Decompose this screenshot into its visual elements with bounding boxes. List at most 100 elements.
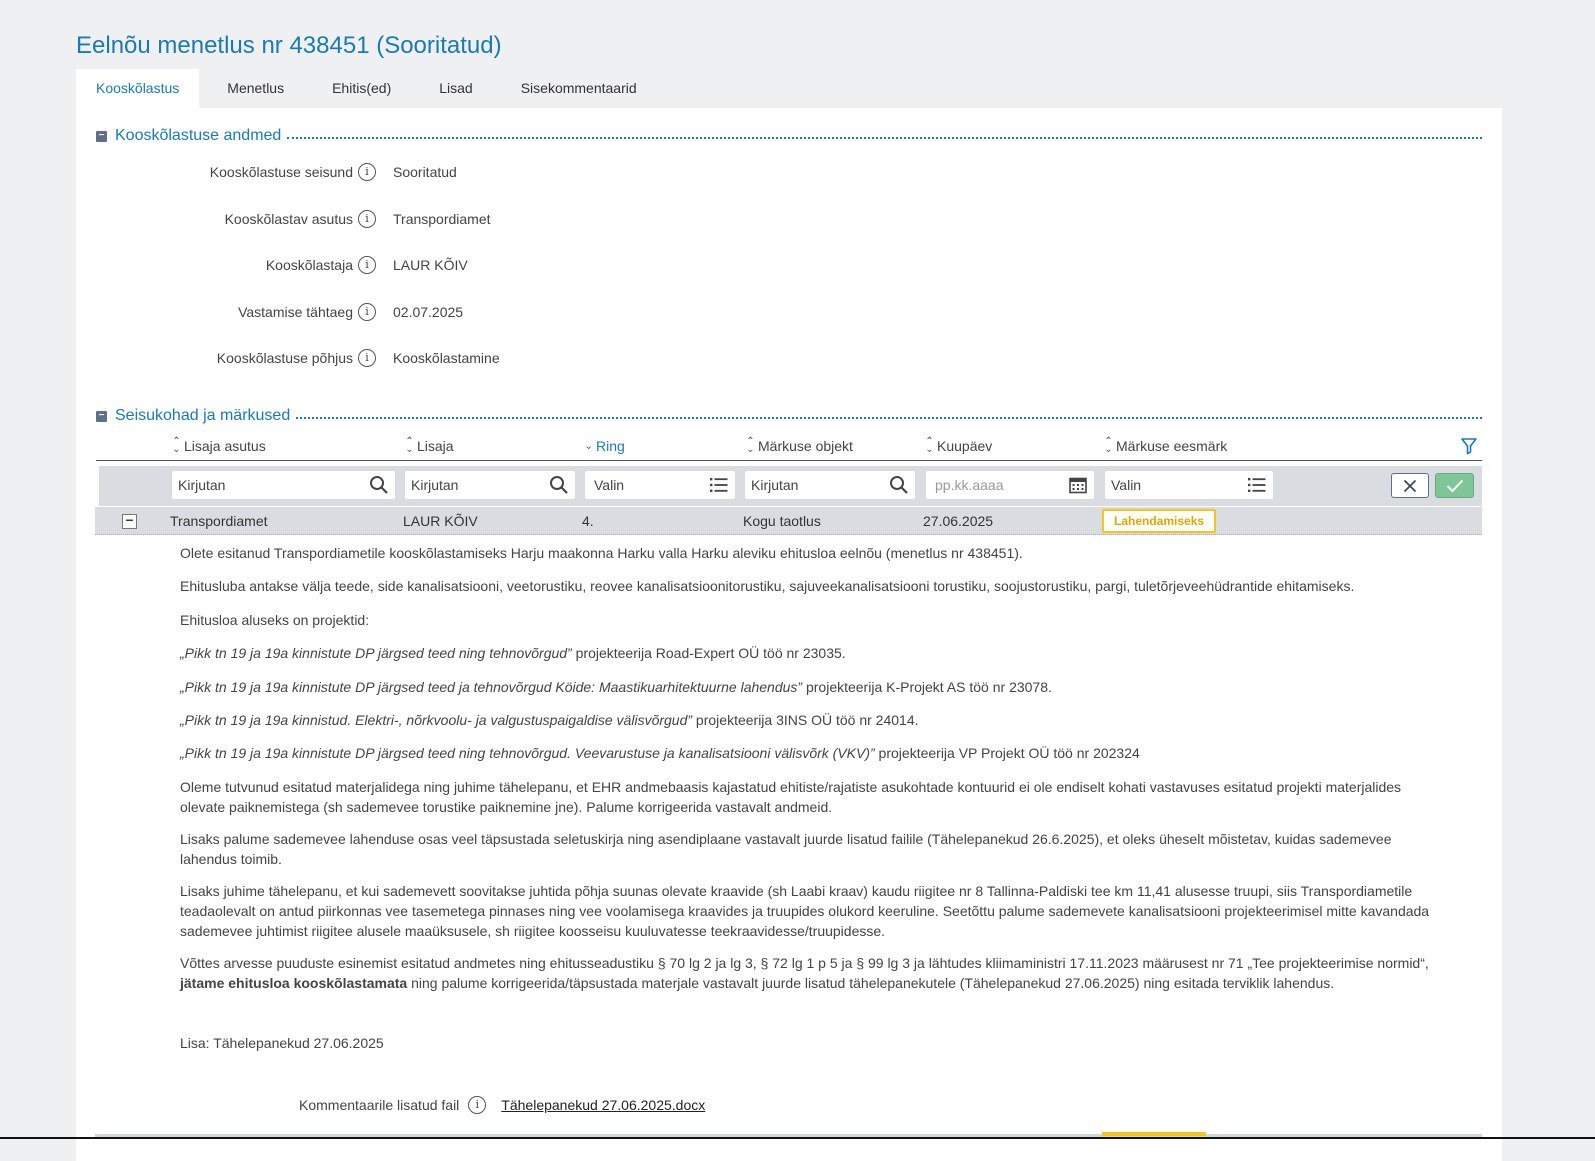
info-icon[interactable]: i [358,163,376,181]
filter-markuse-objekt [745,471,915,499]
content-panel: − Kooskõlastuse andmed Kooskõlastuse sei… [76,108,1502,1161]
sort-icon: ⌃ ⌄ [1104,436,1113,455]
close-icon [1403,479,1417,492]
comment-paragraph: Olete esitanud Transpordiametile kooskõl… [180,545,1023,561]
check-icon [1446,479,1463,492]
filter-lisaja-asutus [172,471,395,499]
field-kooskolastaja: Kooskõlastaja i LAUR KÕIV [76,253,776,277]
filter-kuupaev [926,471,1094,499]
tab-ehitised[interactable]: Ehitis(ed) [312,69,411,108]
tab-sisekommentaarid[interactable]: Sisekommentaarid [501,69,657,108]
filter-lisaja-input[interactable] [411,477,549,493]
info-icon[interactable]: i [358,303,376,321]
clear-filters-button[interactable] [1391,473,1429,498]
page-title: Eelnõu menetlus nr 438451 (Sooritatud) [76,32,502,59]
search-icon[interactable] [549,475,569,495]
tab-lisad[interactable]: Lisad [419,69,492,108]
tab-bar: Kooskõlastus Menetlus Ehitis(ed) Lisad S… [76,69,657,108]
status-badge: Lahendamiseks [1102,509,1217,533]
filter-icon[interactable] [1460,437,1478,455]
project-item: „Pikk tn 19 ja 19a kinnistute DP järgsed… [180,645,846,662]
field-value: 02.07.2025 [393,304,464,320]
field-kooskolastuse-seisund: Kooskõlastuse seisund i Sooritatud [76,160,776,184]
comment-paragraph: Oleme tutvunud esitatud materjalidega ni… [180,778,1402,815]
section-header-kooskolastuse-andmed: − Kooskõlastuse andmed [96,126,1482,146]
filter-ring-select[interactable] [594,477,709,493]
field-kooskolastav-asutus: Kooskõlastav asutus i Transpordiamet [76,207,776,231]
comment-paragraph: Ehitusloa aluseks on projektid: [180,611,370,628]
table-header: ⌃ ⌄ Lisaja asutus ⌃ ⌄ Lisaja ⌄ Ring ⌃ ⌄ Märkuse… [96,434,1482,461]
section-collapse-icon[interactable]: − [96,410,107,422]
list-icon[interactable] [1247,475,1267,495]
sort-icon: ⌃ ⌄ [925,436,934,455]
search-icon[interactable] [889,475,909,495]
cell-kuupaev: 27.06.2025 [923,513,994,529]
column-header-ring[interactable]: ⌄ Ring [584,438,625,454]
project-item: „Pikk tn 19 ja 19a kinnistud. Elektri-, … [180,711,919,728]
comment-body: Olete esitanud Transpordiametile kooskõl… [180,543,1450,1066]
filter-kuupaev-input[interactable] [935,477,1068,493]
field-vastamise-tahtaeg: Vastamise tähtaeg i 02.07.2025 [76,300,776,324]
info-icon[interactable]: i [358,210,376,228]
attachment-row: Kommentaarile lisatud fail i Tähelepanek… [299,1096,705,1114]
field-label: Kooskõlastuse seisund [209,164,353,180]
sort-icon: ⌃ ⌄ [405,436,414,455]
sort-icon: ⌃ ⌄ [746,436,755,455]
field-label: Kooskõlastav asutus [224,211,353,227]
comment-paragraph: Ehitusluba antakse välja teede, side kan… [180,578,1355,595]
section-header-seisukohad: − Seisukohad ja märkused [96,406,1482,426]
info-icon[interactable]: i [468,1096,487,1114]
collapse-row-icon[interactable]: − [122,513,137,529]
field-label: Kooskõlastuse põhjus [216,350,353,366]
table-row[interactable]: − Transpordiamet LAUR KÕIV 4. Kogu taotl… [95,507,1482,535]
attachment-label: Kommentaarile lisatud fail [299,1097,460,1113]
column-header-markuse-objekt[interactable]: ⌃ ⌄ Märkuse objekt [746,436,853,455]
cell-lisaja-asutus: Transpordiamet [170,513,268,529]
cell-markuse-objekt: Kogu taotlus [743,513,821,529]
tab-menetlus[interactable]: Menetlus [207,69,304,108]
filter-lisaja-asutus-input[interactable] [178,477,369,493]
filter-row [99,466,1482,506]
column-header-kuupaev[interactable]: ⌃ ⌄ Kuupäev [925,436,992,455]
column-header-markuse-eesmark[interactable]: ⌃ ⌄ Märkuse eesmärk [1104,436,1227,455]
field-label: Kooskõlastaja [265,257,353,273]
field-value: Kooskõlastamine [393,350,500,366]
comment-paragraph: Lisaks juhime tähelepanu, et kui sademev… [180,882,1430,939]
comment-paragraph: Võttes arvesse puuduste esinemist esitat… [180,954,1429,991]
field-label: Vastamise tähtaeg [238,304,353,320]
filter-markuse-eesmark[interactable] [1105,471,1273,499]
filter-lisaja [405,471,575,499]
tab-kooskolastus[interactable]: Kooskõlastus [76,69,200,108]
info-icon[interactable]: i [358,256,376,274]
section-collapse-icon[interactable]: − [96,130,107,142]
comment-paragraph: Lisaks palume sademevee lahenduse osas v… [180,830,1392,867]
calendar-icon[interactable] [1068,475,1088,495]
field-kooskolastuse-pohjus: Kooskõlastuse põhjus i Kooskõlastamine [76,346,776,370]
cell-ring: 4. [582,513,594,529]
project-item: „Pikk tn 19 ja 19a kinnistute DP järgsed… [180,678,1052,695]
next-row-badge-edge [1102,1132,1206,1136]
sort-desc-icon: ⌄ [584,440,594,452]
cell-lisaja: LAUR KÕIV [403,513,478,529]
column-header-lisaja-asutus[interactable]: ⌃ ⌄ Lisaja asutus [172,436,265,455]
section-divider [296,417,1482,419]
section-title[interactable]: Kooskõlastuse andmed [115,127,281,145]
project-item: „Pikk tn 19 ja 19a kinnistute DP järgsed… [180,745,1140,762]
comment-attachment-note: Lisa: Tähelepanekud 27.06.2025 [180,1034,384,1051]
section-divider [287,137,1482,139]
apply-filters-button[interactable] [1435,473,1474,498]
attachment-link[interactable]: Tähelepanekud 27.06.2025.docx [501,1097,705,1113]
filter-markuse-eesmark-select[interactable] [1111,477,1247,493]
filter-markuse-objekt-input[interactable] [751,477,889,493]
column-header-lisaja[interactable]: ⌃ ⌄ Lisaja [405,436,453,455]
sort-icon: ⌃ ⌄ [172,436,181,455]
list-icon[interactable] [709,475,729,495]
field-value: LAUR KÕIV [393,257,468,273]
info-icon[interactable]: i [358,349,376,367]
field-value: Transpordiamet [393,211,491,227]
filter-ring[interactable] [585,471,735,499]
screen-bottom-edge [0,1137,1595,1139]
field-value: Sooritatud [393,164,457,180]
section-title[interactable]: Seisukohad ja märkused [115,407,290,425]
search-icon[interactable] [369,475,389,495]
